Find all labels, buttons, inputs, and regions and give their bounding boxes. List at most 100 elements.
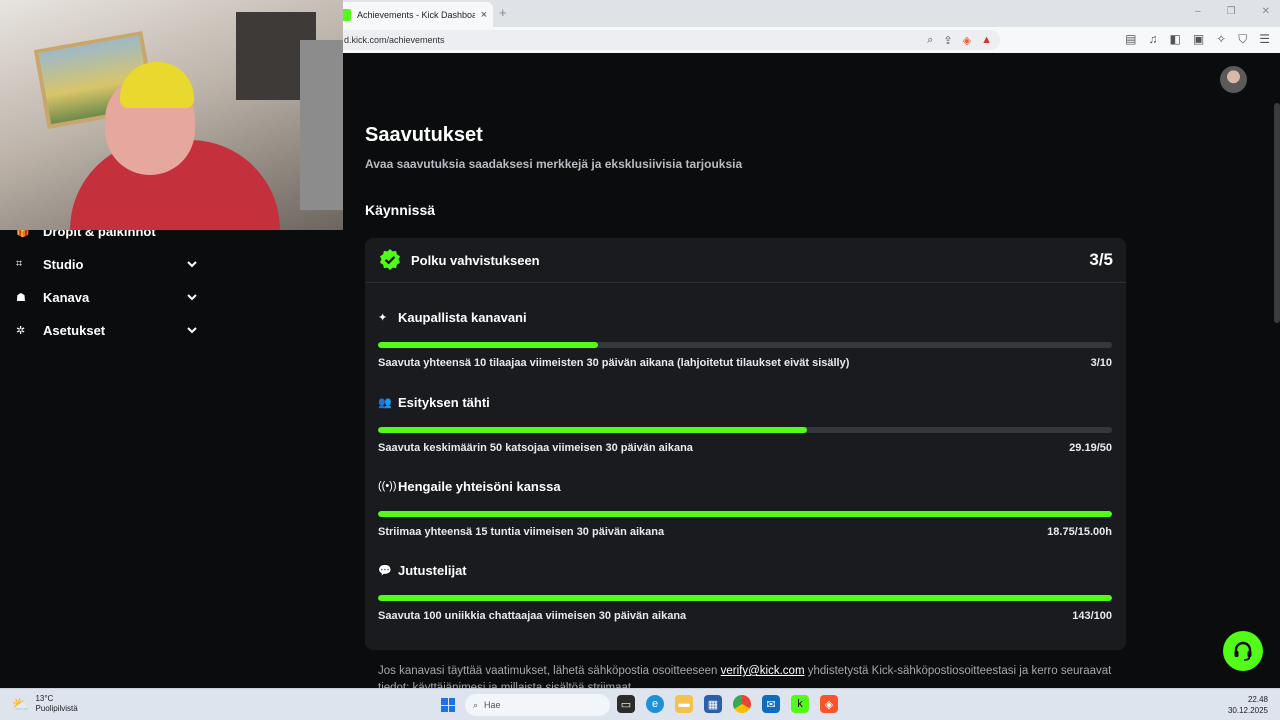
file-explorer-icon[interactable]: ▬ [675, 695, 693, 713]
task-description: Striimaa yhteensä 15 tuntia viimeisen 30… [378, 526, 665, 538]
section-title-in-progress: Käynnissä [365, 202, 436, 218]
tab-close-icon[interactable]: × [481, 9, 487, 21]
screen: Achievements - Kick Dashboard × + – ❐ ✕ … [0, 0, 1280, 720]
sidebar-item-label: Asetukset [43, 322, 106, 338]
task-progress-bar [378, 511, 1112, 517]
task-item: ✦ Kaupallista kanavani Saavuta yhteensä … [378, 308, 1112, 369]
clock-time: 22.48 [1247, 695, 1268, 704]
partly-cloudy-icon: ⛅ [12, 695, 30, 712]
page-scrollbar[interactable] [1274, 103, 1280, 323]
task-progress-bar [378, 342, 1112, 348]
gear-icon: ✲ [16, 324, 26, 337]
sidebar-item-studio[interactable]: ⌗ Studio [16, 252, 198, 276]
os-taskbar: ⛅ 13°C Puolipilvistä ⌕ Hae ▭ e ▬ ▦ ✉ k ◈… [0, 688, 1280, 720]
edge-icon[interactable]: e [646, 695, 664, 713]
sidebar-item-label: Kanava [43, 289, 90, 305]
chevron-down-icon[interactable] [186, 324, 198, 336]
achievement-card-header[interactable]: Polku vahvistukseen 3/5 [365, 238, 1126, 283]
task-value: 3/10 [1090, 357, 1112, 369]
task-description: Saavuta keskimäärin 50 katsojaa viimeise… [378, 442, 693, 454]
media-icon[interactable]: ♫ [1148, 32, 1157, 47]
weather-widget[interactable]: ⛅ 13°C Puolipilvistä [12, 694, 78, 714]
url-text: d.kick.com/achievements [344, 35, 445, 45]
window-controls: – ❐ ✕ [1195, 6, 1270, 17]
taskbar-apps: ▭ e ▬ ▦ ✉ k ◈ [617, 695, 838, 713]
tab-title: Achievements - Kick Dashboard [357, 9, 475, 20]
verify-email-link[interactable]: verify@kick.com [721, 665, 805, 677]
taskbar-search-placeholder: Hae [484, 700, 501, 710]
task-progress-fill [378, 342, 599, 348]
task-name: Jutustelijat [398, 562, 467, 578]
rewards-icon[interactable]: ▲ [981, 34, 992, 46]
share-icon[interactable]: ⇪ [943, 34, 952, 47]
outlook-icon[interactable]: ✉ [762, 695, 780, 713]
task-progress-fill [378, 427, 807, 433]
task-description: Saavuta 100 uniikkia chattaajaa viimeise… [378, 610, 687, 622]
zoom-icon[interactable]: ⌕ [927, 34, 933, 47]
sidebar-item-label: Studio [43, 256, 84, 272]
browser-toolbar-right: ▤ ♫ ◧ ▣ ✧ ⛉ ☰ [1125, 32, 1270, 47]
chevron-down-icon[interactable] [186, 258, 198, 270]
task-value: 18.75/15.00h [1047, 526, 1112, 538]
task-name: Esityksen tähti [398, 394, 490, 410]
brave-icon[interactable]: ◈ [820, 695, 838, 713]
store-icon[interactable]: ▦ [704, 695, 722, 713]
avatar[interactable] [1220, 66, 1247, 93]
task-item: ((•)) Hengaile yhteisöni kanssa Striimaa… [378, 477, 1112, 538]
close-window-icon[interactable]: ✕ [1262, 6, 1270, 17]
support-chat-button[interactable] [1223, 631, 1263, 671]
url-field[interactable]: d.kick.com/achievements ⌕ ⇪ ◈ ▲ [336, 30, 1000, 50]
webcam-overlay [0, 0, 343, 230]
sidebar-item-kanava[interactable]: ☗ Kanava [16, 285, 198, 309]
brave-shields-icon[interactable]: ◈ [963, 34, 971, 47]
clock-date: 30.12.2025 [1227, 706, 1268, 715]
wallet-icon[interactable]: ▣ [1193, 32, 1204, 47]
task-progress-fill [378, 595, 1112, 601]
task-value: 143/100 [1072, 610, 1112, 622]
studio-icon: ⌗ [16, 257, 23, 270]
note-text-before: Jos kanavasi täyttää vaatimukset, lähetä… [378, 665, 721, 677]
maximize-icon[interactable]: ❐ [1227, 6, 1236, 17]
menu-icon[interactable]: ☰ [1259, 32, 1270, 47]
task-item: 💬 Jutustelijat Saavuta 100 uniikkia chat… [378, 561, 1112, 622]
achievement-card-progress: 3/5 [1089, 250, 1113, 269]
new-tab-button[interactable]: + [499, 5, 507, 20]
start-button[interactable] [441, 698, 455, 712]
webcam-fridge [300, 40, 343, 210]
sparkle-icon: ✦ [378, 311, 388, 324]
vpn-icon[interactable]: ⛉ [1238, 32, 1247, 47]
chevron-down-icon[interactable] [186, 291, 198, 303]
taskbar-clock[interactable]: 22.48 30.12.2025 [1228, 694, 1268, 716]
sidebar-toggle-icon[interactable]: ◧ [1169, 32, 1180, 47]
chrome-icon[interactable] [733, 695, 751, 713]
task-name: Hengaile yhteisöni kanssa [398, 478, 561, 494]
viewers-icon: 👥 [378, 396, 392, 409]
page-title: Saavutukset [365, 124, 483, 146]
channel-icon: ☗ [16, 291, 26, 304]
task-value: 29.19/50 [1069, 442, 1112, 454]
minimize-icon[interactable]: – [1195, 6, 1201, 17]
weather-desc: Puolipilvistä [35, 704, 78, 713]
task-description: Saavuta yhteensä 10 tilaajaa viimeisten … [378, 357, 850, 369]
task-item: 👥 Esityksen tähti Saavuta keskimäärin 50… [378, 393, 1112, 454]
kick-app-icon[interactable]: k [791, 695, 809, 713]
headset-icon [1234, 641, 1252, 661]
task-progress-bar [378, 427, 1112, 433]
achievement-card-title: Polku vahvistukseen [411, 252, 540, 268]
task-progress-bar [378, 595, 1112, 601]
broadcast-icon: ((•)) [378, 480, 397, 492]
browser-tab-achievements[interactable]: Achievements - Kick Dashboard × [333, 2, 493, 27]
leo-ai-icon[interactable]: ✧ [1216, 32, 1226, 47]
reader-icon[interactable]: ▤ [1125, 32, 1136, 47]
task-progress-fill [378, 511, 1112, 517]
chat-icon: 💬 [378, 564, 392, 577]
achievement-card: Polku vahvistukseen 3/5 ✦ Kaupallista ka… [365, 238, 1126, 650]
task-name: Kaupallista kanavani [398, 309, 527, 325]
page-subtitle: Avaa saavutuksia saadaksesi merkkejä ja … [365, 157, 743, 171]
task-view-icon[interactable]: ▭ [617, 695, 635, 713]
weather-temp: 13°C [35, 694, 54, 703]
verified-badge-icon [378, 248, 402, 272]
sidebar-item-asetukset[interactable]: ✲ Asetukset [16, 318, 198, 342]
search-icon: ⌕ [473, 699, 479, 710]
taskbar-search[interactable]: ⌕ Hae [465, 694, 610, 716]
